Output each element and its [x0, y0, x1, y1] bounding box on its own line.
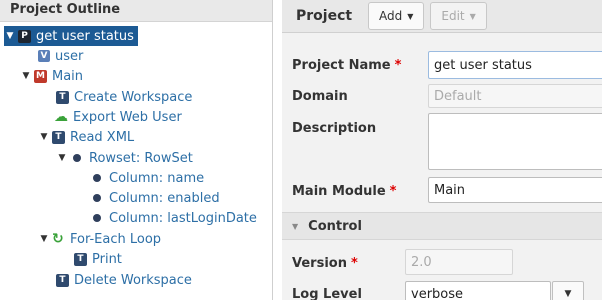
tree-node-rowset[interactable]: ▼ Rowset: RowSet [56, 148, 193, 168]
project-editor-panel: Project Add ▼ Edit ▼ Project Name * get u… [282, 0, 602, 300]
main-module-label: Main Module * [292, 184, 397, 199]
collapse-toggle-icon[interactable]: ▼ [4, 31, 16, 41]
log-level-select[interactable]: verbose [405, 281, 551, 300]
edit-button[interactable]: Edit ▼ [430, 2, 487, 30]
project-name-label: Project Name * [292, 58, 402, 73]
cloud-icon: ☁ [54, 109, 68, 125]
chevron-down-icon: ▼ [407, 11, 414, 21]
tree-node-label: Column: name [109, 170, 205, 186]
tree-node-label: Read XML [70, 129, 135, 145]
tree-node-project[interactable]: ▼ P get user status [4, 26, 138, 46]
tree-node-export-web-user[interactable]: ☁ Export Web User [54, 107, 182, 127]
chevron-down-icon: ▼ [564, 289, 572, 299]
tree-node-variable-user[interactable]: V user [38, 46, 83, 66]
bullet-icon [93, 174, 101, 182]
tree-node-label: For-Each Loop [70, 231, 162, 247]
tree-node-for-each-loop[interactable]: ▼ ↻ For-Each Loop [38, 229, 162, 249]
tree-node-create-workspace[interactable]: T Create Workspace [56, 87, 192, 107]
description-label: Description [292, 121, 377, 136]
bullet-icon [93, 194, 101, 202]
tree-node-column-lastlogindate[interactable]: Column: lastLoginDate [90, 208, 257, 228]
tree-node-label: Export Web User [73, 109, 182, 125]
tree-node-label: Delete Workspace [74, 272, 192, 288]
tree-node-label: Column: lastLoginDate [109, 210, 257, 226]
tree-node-read-xml[interactable]: ▼ T Read XML [38, 127, 135, 147]
tree-node-delete-workspace[interactable]: T Delete Workspace [56, 270, 192, 290]
collapse-toggle-icon[interactable]: ▼ [38, 234, 50, 244]
section-collapse-icon: ▼ [292, 221, 299, 231]
collapse-toggle-icon[interactable]: ▼ [38, 132, 50, 142]
version-label: Version * [292, 256, 358, 271]
project-outline-panel: Project Outline ▼ P get user status V us… [0, 0, 273, 300]
tree-node-module-main[interactable]: ▼ M Main [20, 66, 84, 86]
tree-node-label: Rowset: RowSet [89, 150, 193, 166]
task-icon: T [56, 90, 69, 104]
bullet-icon [93, 214, 101, 222]
collapse-toggle-icon[interactable]: ▼ [56, 153, 68, 163]
editor-toolbar: Project Add ▼ Edit ▼ [282, 0, 602, 33]
variable-icon: V [38, 50, 50, 62]
tree-node-label: Print [92, 251, 122, 267]
tree-node-label: get user status [36, 28, 134, 44]
log-level-label: Log Level [292, 287, 362, 300]
add-button-label: Add [379, 9, 403, 23]
loop-icon: ↻ [52, 231, 64, 247]
main-module-field[interactable]: Main [428, 177, 602, 203]
outline-header: Project Outline [0, 0, 272, 22]
add-button[interactable]: Add ▼ [368, 2, 425, 30]
task-icon: T [74, 252, 87, 266]
task-icon: T [52, 130, 65, 144]
control-section-header[interactable]: ▼ Control [282, 212, 602, 240]
tree-node-label: Column: enabled [109, 190, 220, 206]
module-icon: M [34, 69, 47, 83]
version-field[interactable]: 2.0 [405, 249, 513, 275]
description-field[interactable] [428, 113, 602, 170]
domain-label: Domain [292, 89, 348, 104]
editor-title: Project [296, 8, 353, 24]
tree-node-label: user [55, 48, 84, 64]
tree-node-column-name[interactable]: Column: name [90, 168, 204, 188]
log-level-dropdown-button[interactable]: ▼ [552, 281, 584, 300]
collapse-toggle-icon[interactable]: ▼ [20, 71, 32, 81]
tree-node-label: Create Workspace [74, 89, 193, 105]
chevron-down-icon: ▼ [469, 11, 476, 21]
project-name-field[interactable]: get user status [428, 51, 602, 79]
task-icon: T [56, 273, 69, 287]
tree-node-column-enabled[interactable]: Column: enabled [90, 188, 220, 208]
tree-node-print[interactable]: T Print [74, 249, 122, 269]
bullet-icon [73, 154, 81, 162]
tree-node-label: Main [52, 68, 84, 84]
edit-button-label: Edit [441, 9, 465, 23]
domain-field[interactable]: Default [428, 84, 602, 108]
project-icon: P [18, 29, 31, 43]
